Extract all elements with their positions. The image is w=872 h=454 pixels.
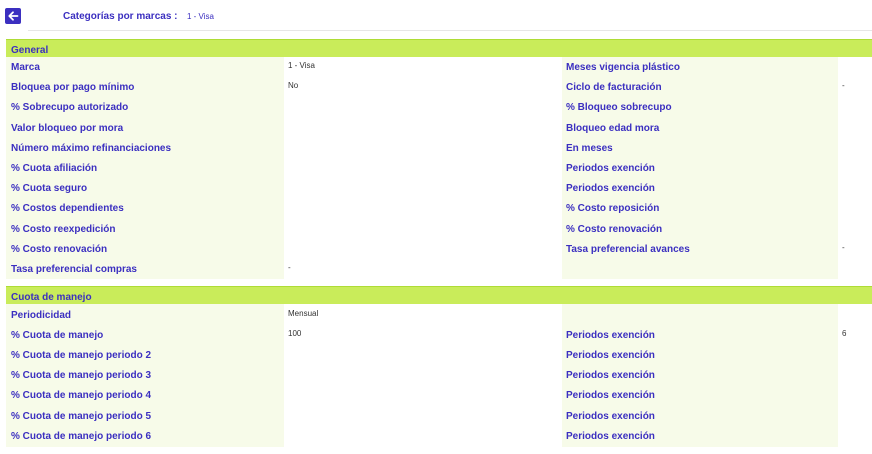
field-label-cuota-de-manejo-periodo-2: % Cuota de manejo periodo 2 (11, 350, 152, 362)
field-label-marca: Marca (11, 62, 40, 73)
field-label-costo-reposicion: % Costo reposición (566, 203, 660, 215)
page-title: Categorías por marcas : (63, 11, 178, 22)
field-label-cuota-de-manejo-periodo-6: % Cuota de manejo periodo 6 (11, 430, 152, 442)
field-label-periodos-exencion: Periodos exención (566, 370, 655, 382)
field-label-sobrecupo-autorizado: % Sobrecupo autorizado (11, 102, 129, 114)
field-label-numero-maximo-refinanciaciones: Número máximo refinanciaciones (11, 142, 172, 154)
field-label-ciclo-de-facturacion: Ciclo de facturación (566, 82, 662, 94)
field-value-bloquea-por-pago-minimo: No (288, 81, 299, 91)
field-label-cuota-de-manejo-periodo-5: % Cuota de manejo periodo 5 (11, 410, 152, 422)
field-label-bloquea-por-pago-minimo: Bloquea por pago mínimo (11, 82, 135, 94)
field-label-cuota-afiliacion: % Cuota afiliación (11, 163, 98, 174)
field-label-periodos-exencion: Periodos exención (566, 183, 655, 195)
back-button[interactable] (5, 8, 21, 24)
field-label-costos-dependientes: % Costos dependientes (11, 203, 124, 215)
field-label-meses-vigencia-plastico: Meses vigencia plástico (566, 62, 680, 73)
section-header-general: General (6, 39, 872, 57)
arrow-left-icon (8, 11, 19, 21)
section-header-cuota-de-manejo: Cuota de manejo (6, 286, 872, 304)
field-label-periodos-exencion: Periodos exención (566, 410, 655, 422)
field-label-periodos-exencion: Periodos exención (566, 330, 655, 342)
field-value-tasa-preferencial-compras: - (288, 263, 291, 272)
field-value-periodicidad: Mensual (288, 309, 319, 318)
top-bar: Categorías por marcas : 1 - Visa (0, 0, 872, 32)
field-label-costo-renovacion: % Costo renovación (566, 223, 663, 235)
field-value-tasa-preferencial-avances: - (842, 242, 845, 252)
field-label-costo-reexpedicion: % Costo reexpedición (11, 223, 116, 235)
field-label-cuota-seguro: % Cuota seguro (11, 183, 88, 195)
field-label-periodicidad: Periodicidad (11, 310, 72, 321)
section-title-general: General (11, 45, 49, 56)
field-label-cuota-de-manejo-periodo-4: % Cuota de manejo periodo 4 (11, 390, 152, 402)
field-label-en-meses: En meses (566, 142, 613, 154)
field-label-periodos-exencion: Periodos exención (566, 390, 655, 402)
field-label-cuota-de-manejo: % Cuota de manejo (11, 330, 104, 342)
field-label-bloqueo-edad-mora: Bloqueo edad mora (566, 122, 660, 134)
field-label-bloqueo-sobrecupo: % Bloqueo sobrecupo (566, 102, 672, 114)
header-divider (28, 30, 872, 31)
field-label-tasa-preferencial-compras: Tasa preferencial compras (11, 264, 137, 275)
field-label-periodos-exencion: Periodos exención (566, 430, 655, 442)
page-title-value: 1 - Visa (187, 12, 214, 21)
field-label-periodos-exencion: Periodos exención (566, 350, 655, 362)
field-value-periodos-exencion: 6 (842, 329, 847, 339)
section-title-cuota-de-manejo: Cuota de manejo (11, 292, 92, 303)
field-value-ciclo-de-facturacion: - (842, 81, 845, 91)
field-value-marca: 1 - Visa (288, 61, 315, 70)
field-value-cuota-de-manejo: 100 (288, 329, 302, 339)
field-label-tasa-preferencial-avances: Tasa preferencial avances (566, 243, 690, 255)
field-label-cuota-de-manejo-periodo-3: % Cuota de manejo periodo 3 (11, 370, 152, 382)
field-label-valor-bloqueo-por-mora: Valor bloqueo por mora (11, 122, 124, 134)
field-label-periodos-exencion: Periodos exención (566, 163, 655, 174)
field-label-costo-renovacion: % Costo renovación (11, 243, 108, 255)
